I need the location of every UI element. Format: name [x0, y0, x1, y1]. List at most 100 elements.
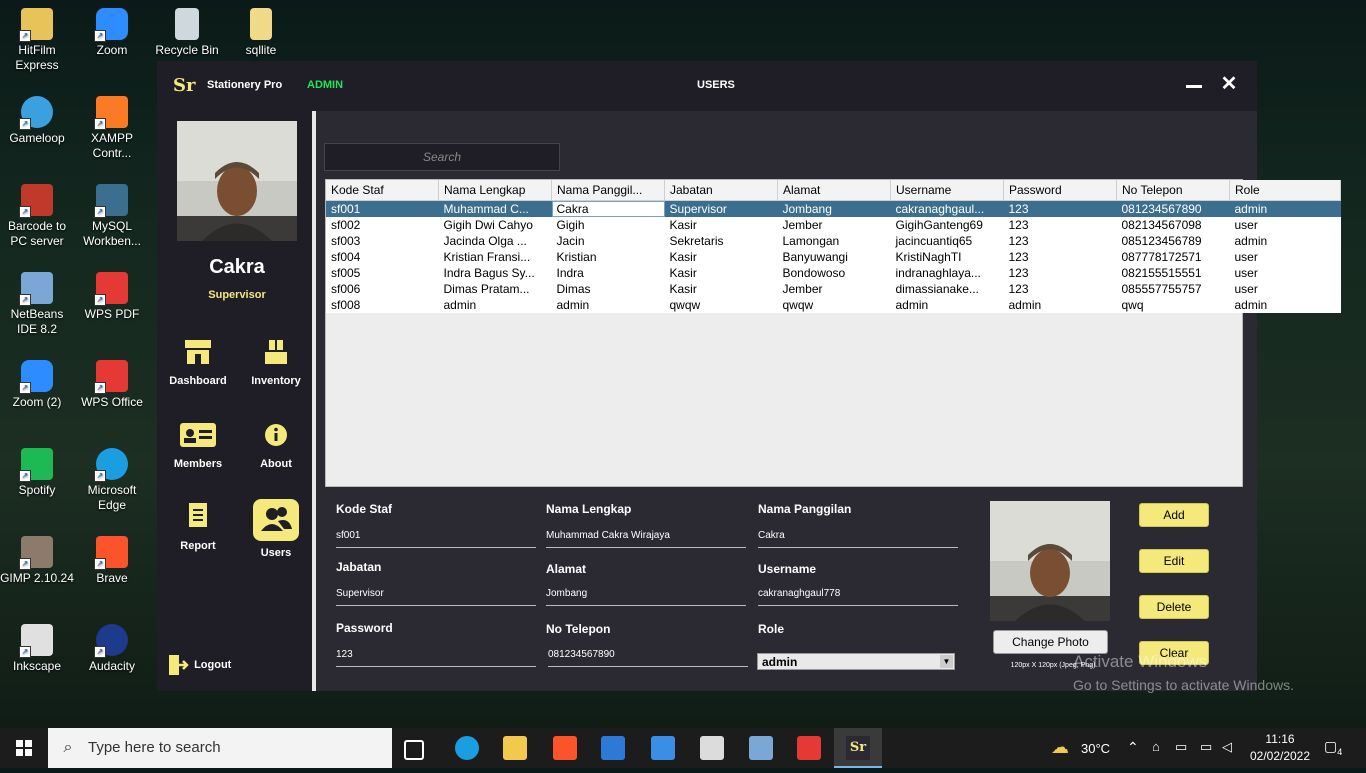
file-explorer-icon[interactable] [503, 736, 527, 760]
desktop-icon-hitfilm[interactable]: ↗ HitFilm Express [0, 8, 74, 73]
desktop-icon-gimp[interactable]: ↗ GIMP 2.10.24 [0, 536, 74, 586]
table-cell[interactable]: Kasir [664, 217, 778, 233]
desktop-icon-barcode[interactable]: ↗ Barcode to PC server [0, 184, 74, 249]
table-row[interactable]: sf002 Gigih Dwi Cahyo Gigih Kasir Jember Gigi… [326, 217, 1341, 233]
table-cell[interactable]: Jacin [551, 233, 665, 249]
table-cell[interactable]: user [1229, 249, 1341, 265]
table-cell[interactable]: 085557755757 [1116, 281, 1230, 297]
desktop-icon-zoom[interactable]: ↗ Zoom [75, 8, 149, 58]
table-cell[interactable]: 082134567098 [1116, 217, 1230, 233]
stationery-pro-taskbar-button[interactable]: Sr [834, 728, 882, 768]
desktop-icon-xampp[interactable]: ↗ XAMPP Contr... [75, 96, 149, 161]
table-row[interactable]: sf006 Dimas Pratam... Dimas Kasir Jember dima… [326, 281, 1341, 297]
column-header[interactable]: Kode Staf [326, 180, 439, 201]
table-cell[interactable]: admin [1229, 200, 1341, 217]
netbeans-taskbar-icon[interactable] [749, 736, 773, 760]
task-view-icon[interactable] [404, 740, 424, 760]
logout-button[interactable]: Logout [167, 653, 231, 677]
network-icon[interactable]: ⌂ [1152, 739, 1160, 754]
table-cell[interactable]: GigihGanteng69 [890, 217, 1004, 233]
delete-button[interactable]: Delete [1139, 595, 1209, 619]
table-cell[interactable]: 082155515551 [1116, 265, 1230, 281]
table-cell[interactable]: qwqw [777, 297, 891, 313]
table-cell[interactable]: user [1229, 281, 1341, 297]
desktop-icon-spotify[interactable]: ↗ Spotify [0, 448, 74, 498]
table-cell[interactable]: 123 [1003, 281, 1117, 297]
desktop-icon-gameloop[interactable]: ↗ Gameloop [0, 96, 74, 146]
table-cell[interactable]: Banyuwangi [777, 249, 891, 265]
column-header[interactable]: Nama Lengkap [438, 180, 552, 201]
wps-taskbar-icon[interactable] [797, 736, 821, 760]
desktop-icon-netbeans[interactable]: ↗ NetBeans IDE 8.2 [0, 272, 74, 337]
edge-taskbar-icon[interactable] [455, 736, 479, 760]
add-button[interactable]: Add [1139, 503, 1209, 527]
table-cell[interactable]: admin [1229, 297, 1341, 313]
desktop-icon-wps-pdf[interactable]: ↗ WPS PDF [75, 272, 149, 322]
edit-button[interactable]: Edit [1139, 549, 1209, 573]
desktop-icon-inkscape[interactable]: ↗ Inkscape [0, 624, 74, 674]
desktop-icon-zoom-2[interactable]: ↗ Zoom (2) [0, 360, 74, 410]
weather-icon[interactable]: ☁ [1051, 737, 1069, 758]
table-cell[interactable]: cakranaghgaul... [890, 200, 1004, 217]
column-header[interactable]: No Telepon [1116, 180, 1230, 201]
users-table[interactable]: Kode Staf Nama Lengkap Nama Panggil... Jaba… [325, 179, 1341, 487]
table-row[interactable]: sf003 Jacinda Olga ... Jacin Sekretaris Lamo… [326, 233, 1341, 249]
table-cell[interactable]: Gigih [551, 217, 665, 233]
nav-members[interactable]: Members [163, 421, 233, 470]
desktop-icon-mysql[interactable]: ↗ MySQL Workben... [75, 184, 149, 249]
table-cell[interactable]: sf002 [326, 217, 439, 233]
desktop-icon-recycle-bin[interactable]: Recycle Bin [150, 8, 224, 58]
table-cell[interactable]: KristiNaghTI [890, 249, 1004, 265]
table-cell[interactable]: Gigih Dwi Cahyo [438, 217, 552, 233]
table-cell[interactable]: admin [1003, 297, 1117, 313]
no-telepon-field[interactable]: 081234567890 [548, 648, 748, 667]
inkscape-taskbar-icon[interactable] [700, 736, 724, 760]
column-header[interactable]: Password [1003, 180, 1117, 201]
column-header[interactable]: Username [890, 180, 1004, 201]
table-cell[interactable]: Jombang [777, 200, 891, 217]
battery-icon[interactable]: ▭ [1175, 739, 1187, 755]
brave-taskbar-icon[interactable] [553, 736, 577, 760]
table-cell[interactable]: Lamongan [777, 233, 891, 249]
volume-icon[interactable]: ◁ [1222, 739, 1232, 755]
desktop-icon-brave[interactable]: ↗ Brave [75, 536, 149, 586]
table-cell[interactable]: Supervisor [664, 200, 778, 217]
table-cell[interactable]: Kristian [551, 249, 665, 265]
table-cell[interactable]: 123 [1003, 200, 1117, 217]
desktop-icon-sqllite[interactable]: sqllite [224, 8, 298, 58]
table-row[interactable]: sf008 admin admin qwqw qwqw admin admin qwq admi… [326, 297, 1341, 313]
table-cell[interactable]: admin [438, 297, 552, 313]
nav-dashboard[interactable]: Dashboard [163, 338, 233, 387]
nav-report[interactable]: Report [163, 501, 233, 552]
table-cell[interactable]: 081234567890 [1116, 200, 1230, 217]
nama-lengkap-field[interactable]: Muhammad Cakra Wirajaya [546, 529, 746, 548]
chevron-down-icon[interactable]: ▼ [940, 655, 953, 668]
password-field[interactable]: 123 [336, 648, 536, 667]
table-cell[interactable]: sf006 [326, 281, 439, 297]
table-cell[interactable]: jacincuantiq65 [890, 233, 1004, 249]
table-row[interactable]: sf001 Muhammad C... Cakra Supervisor Jombang… [326, 200, 1341, 217]
table-cell[interactable]: Dimas [551, 281, 665, 297]
table-cell[interactable]: sf008 [326, 297, 439, 313]
table-cell[interactable]: Dimas Pratam... [438, 281, 552, 297]
temperature[interactable]: 30°C [1081, 741, 1110, 756]
nav-inventory[interactable]: Inventory [241, 338, 311, 387]
desktop-icon-wps-office[interactable]: ↗ WPS Office [75, 360, 149, 410]
column-header[interactable]: Nama Panggil... [551, 180, 665, 201]
table-cell[interactable]: dimassianake... [890, 281, 1004, 297]
jabatan-field[interactable]: Supervisor [336, 587, 536, 606]
table-cell[interactable]: Jember [777, 281, 891, 297]
table-cell[interactable]: Indra [551, 265, 665, 281]
table-cell[interactable]: Indra Bagus Sy... [438, 265, 552, 281]
table-cell[interactable]: user [1229, 265, 1341, 281]
mail-icon[interactable] [651, 736, 675, 760]
table-cell[interactable]: Kristian Fransi... [438, 249, 552, 265]
minimize-button[interactable] [1184, 75, 1204, 95]
table-cell[interactable]: sf005 [326, 265, 439, 281]
kode-staf-field[interactable]: sf001 [336, 529, 536, 548]
nama-panggilan-field[interactable]: Cakra [758, 529, 958, 548]
notification-icon[interactable]: ▢4 [1324, 738, 1342, 757]
taskbar-search-input[interactable]: ⌕ Type here to search [48, 728, 392, 768]
search-input[interactable]: Search [324, 143, 560, 171]
table-cell[interactable]: Muhammad C... [438, 200, 552, 217]
